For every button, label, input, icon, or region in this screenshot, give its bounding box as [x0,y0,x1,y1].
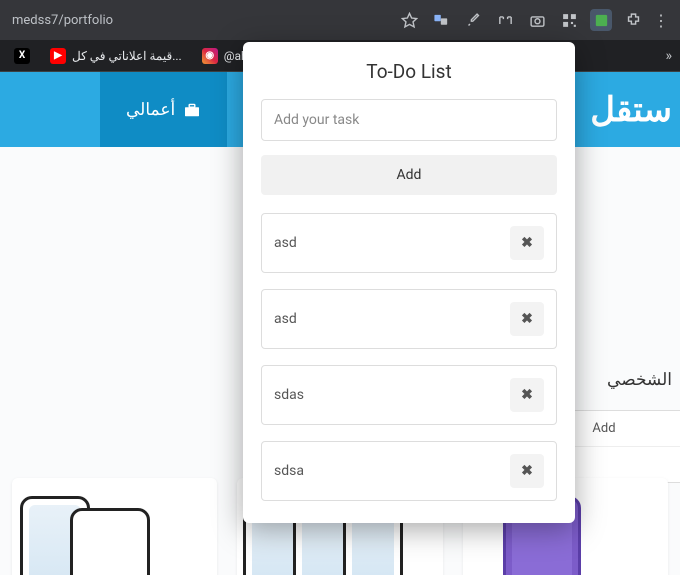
task-item: asd ✖ [261,289,557,349]
nav-label: أعمالي [126,100,175,120]
star-icon[interactable] [398,9,420,31]
delete-task-button[interactable]: ✖ [510,378,544,412]
toolbar-extension-icons [392,9,650,31]
delete-task-button[interactable]: ✖ [510,454,544,488]
qr-icon[interactable] [558,9,580,31]
extensions-icon[interactable] [622,9,644,31]
youtube-icon: ▶ [50,48,66,64]
bookmarks-overflow-icon[interactable]: » [665,48,672,64]
bookmark-label: قيمة اعلاناتي في كل... [72,49,182,63]
right-section-title: الشخصي [607,360,672,400]
close-icon: ✖ [521,463,533,479]
camera-icon[interactable] [526,9,548,31]
task-input[interactable] [261,99,557,141]
todo-extension-popup: To-Do List Add asd ✖ asd ✖ sdas ✖ sdsa ✖ [243,42,575,523]
bookmark-item[interactable]: X [8,44,36,68]
task-item: sdas ✖ [261,365,557,425]
task-item: sdsa ✖ [261,441,557,501]
task-item: asd ✖ [261,213,557,273]
browser-toolbar: medss7/portfolio ⋮ [0,0,680,40]
text-tool-icon[interactable] [494,9,516,31]
browser-menu-icon[interactable]: ⋮ [650,11,672,30]
translate-icon[interactable] [430,9,452,31]
task-text: sdsa [274,463,304,479]
nav-portfolio[interactable]: أعمالي [100,72,227,147]
instagram-icon: ◉ [202,48,218,64]
delete-task-button[interactable]: ✖ [510,226,544,260]
eyedropper-icon[interactable] [462,9,484,31]
address-bar[interactable]: medss7/portfolio [8,13,392,28]
close-icon: ✖ [521,387,533,403]
task-text: sdas [274,387,304,403]
bookmark-item[interactable]: ▶ قيمة اعلاناتي في كل... [44,44,188,68]
close-icon: ✖ [521,311,533,327]
task-text: asd [274,235,297,251]
x-icon: X [14,48,30,64]
popup-title: To-Do List [261,60,557,83]
portfolio-card[interactable] [12,478,217,575]
close-icon: ✖ [521,235,533,251]
todo-extension-icon[interactable] [590,9,612,31]
add-task-button[interactable]: Add [261,155,557,195]
task-text: asd [274,311,297,327]
site-logo[interactable]: ستقل [590,72,680,147]
delete-task-button[interactable]: ✖ [510,302,544,336]
briefcase-icon [183,103,201,117]
